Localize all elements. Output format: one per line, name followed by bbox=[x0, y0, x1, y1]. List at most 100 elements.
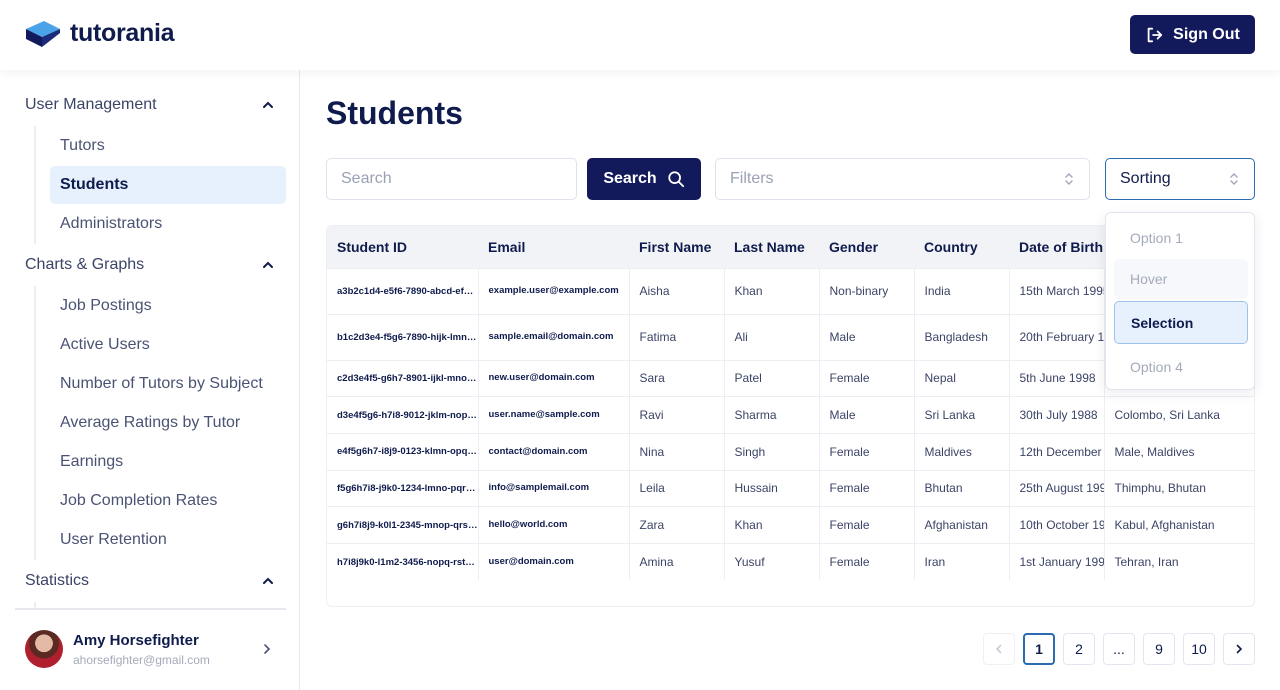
table-row[interactable]: d3e4f5g6-h7i8-9012-jklm-nopqrstuvwxy use… bbox=[327, 396, 1254, 434]
logo-icon bbox=[26, 21, 60, 47]
cell-student-id: f5g6h7i8-j9k0-1234-lmno-pqrstuvwxyz1 bbox=[327, 469, 479, 507]
cell-last-name: Patel bbox=[724, 359, 820, 397]
section-statistics[interactable]: Statistics bbox=[25, 568, 275, 594]
column-header[interactable]: Gender bbox=[819, 226, 914, 268]
cell-country: Nepal bbox=[914, 359, 1010, 397]
cell-gender: Female bbox=[819, 359, 915, 397]
cell-country: Bangladesh bbox=[914, 313, 1010, 360]
sidebar-item-tutors-by-subject[interactable]: Number of Tutors by Subject bbox=[50, 365, 286, 403]
section-title: Statistics bbox=[25, 572, 90, 589]
prev-page-button[interactable] bbox=[983, 633, 1015, 665]
cell-last-name: Sharma bbox=[724, 396, 820, 434]
section-user-management[interactable]: User Management bbox=[25, 92, 275, 118]
page-button-9[interactable]: 9 bbox=[1143, 633, 1175, 665]
cell-date-of-birth: 20th February 1997 bbox=[1009, 313, 1105, 360]
cell-last-name: Khan bbox=[724, 267, 820, 314]
page-button-1[interactable]: 1 bbox=[1023, 633, 1055, 665]
cell-first-name: Amina bbox=[629, 542, 725, 581]
cell-country: Sri Lanka bbox=[914, 396, 1010, 434]
sidebar-item-average-ratings[interactable]: Average Ratings by Tutor bbox=[50, 404, 286, 442]
sorting-option[interactable]: Option 1 bbox=[1114, 218, 1248, 258]
cell-date-of-birth: 12th December 1992 bbox=[1009, 432, 1105, 471]
user-email: ahorsefighter@gmail.com bbox=[73, 653, 210, 667]
cell-country: Maldives bbox=[914, 432, 1010, 471]
search-input[interactable] bbox=[326, 158, 577, 200]
cell-first-name: Leila bbox=[629, 469, 725, 507]
cell-gender: Female bbox=[819, 432, 915, 471]
column-header[interactable]: Student ID bbox=[327, 226, 478, 268]
cell-student-id: c2d3e4f5-g6h7-8901-ijkl-mnopqrstuvwx bbox=[327, 359, 479, 397]
section-line bbox=[34, 286, 36, 560]
sidebar-item-active-users[interactable]: Active Users bbox=[50, 326, 286, 364]
sidebar-item-tutors[interactable]: Tutors bbox=[50, 127, 286, 165]
cell-date-of-birth: 30th July 1988 bbox=[1009, 396, 1105, 434]
page-title: Students bbox=[326, 95, 463, 131]
sidebar-divider bbox=[15, 608, 286, 610]
chevron-up-icon bbox=[263, 261, 273, 268]
sidebar-item-students[interactable]: Students bbox=[50, 166, 286, 204]
cell-last-name: Ali bbox=[724, 313, 820, 360]
cell-student-id: e4f5g6h7-i8j9-0123-klmn-opqrstuvwxyz bbox=[327, 432, 479, 471]
sidebar-item-job-completion-rates[interactable]: Job Completion Rates bbox=[50, 482, 286, 520]
cell-country: Iran bbox=[914, 542, 1010, 581]
column-header[interactable]: Country bbox=[914, 226, 1009, 268]
column-header[interactable]: First Name bbox=[629, 226, 724, 268]
next-page-button[interactable] bbox=[1223, 633, 1255, 665]
user-name: Amy Horsefighter bbox=[73, 632, 199, 649]
sorting-select[interactable]: Sorting bbox=[1105, 158, 1255, 200]
page-button-10[interactable]: 10 bbox=[1183, 633, 1215, 665]
user-profile[interactable]: Amy Horsefighter ahorsefighter@gmail.com bbox=[25, 630, 275, 670]
table-row[interactable]: g6h7i8j9-k0l1-2345-mnop-qrstuvwxyz12 hel… bbox=[327, 506, 1254, 544]
search-icon bbox=[668, 171, 684, 188]
cell-first-name: Fatima bbox=[629, 313, 725, 360]
cell-country: India bbox=[914, 267, 1010, 314]
cell-email: user.name@sample.com bbox=[478, 396, 630, 434]
cell-gender: Female bbox=[819, 542, 915, 581]
cell-location: Kabul, Afghanistan bbox=[1104, 506, 1254, 544]
sidebar-item-user-retention[interactable]: User Retention bbox=[50, 521, 286, 559]
cell-last-name: Khan bbox=[724, 506, 820, 544]
logo[interactable]: tutorania bbox=[24, 17, 175, 49]
search-button[interactable]: Search bbox=[587, 158, 701, 200]
cell-email: contact@domain.com bbox=[478, 432, 630, 471]
sidebar-item-earnings[interactable]: Earnings bbox=[50, 443, 286, 481]
sidebar-item-job-postings[interactable]: Job Postings bbox=[50, 287, 286, 325]
column-header[interactable]: Last Name bbox=[724, 226, 819, 268]
sorting-dropdown-menu: Option 1 Hover Selection Option 4 bbox=[1105, 212, 1255, 390]
table-row[interactable]: e4f5g6h7-i8j9-0123-klmn-opqrstuvwxyz con… bbox=[327, 432, 1254, 471]
cell-first-name: Sara bbox=[629, 359, 725, 397]
column-header[interactable]: Email bbox=[478, 226, 629, 268]
sign-out-icon bbox=[1147, 27, 1163, 42]
sorting-option-hover[interactable]: Hover bbox=[1114, 259, 1248, 299]
cell-first-name: Aisha bbox=[629, 267, 725, 314]
table-row[interactable]: h7i8j9k0-l1m2-3456-nopq-rstuvwxyz123 use… bbox=[327, 542, 1254, 581]
cell-first-name: Zara bbox=[629, 506, 725, 544]
cell-country: Afghanistan bbox=[914, 506, 1010, 544]
filters-select[interactable]: Filters bbox=[715, 158, 1090, 200]
section-charts-graphs[interactable]: Charts & Graphs bbox=[25, 252, 275, 278]
cell-email: example.user@example.com bbox=[478, 267, 630, 314]
chevron-right-icon bbox=[264, 644, 271, 654]
section-title: Charts & Graphs bbox=[25, 256, 145, 273]
cell-student-id: g6h7i8j9-k0l1-2345-mnop-qrstuvwxyz12 bbox=[327, 506, 479, 544]
sidebar: User Management Tutors Students Administ… bbox=[0, 70, 300, 690]
table-row[interactable]: f5g6h7i8-j9k0-1234-lmno-pqrstuvwxyz1 inf… bbox=[327, 469, 1254, 507]
filters-placeholder: Filters bbox=[730, 170, 774, 187]
cell-date-of-birth: 25th August 1994 bbox=[1009, 469, 1105, 507]
cell-location: Thimphu, Bhutan bbox=[1104, 469, 1254, 507]
sidebar-item-administrators[interactable]: Administrators bbox=[50, 205, 286, 243]
page-button-2[interactable]: 2 bbox=[1063, 633, 1095, 665]
sorting-option[interactable]: Option 4 bbox=[1114, 347, 1248, 387]
cell-email: user@domain.com bbox=[478, 542, 630, 581]
sign-out-button[interactable]: Sign Out bbox=[1130, 15, 1255, 54]
cell-student-id: b1c2d3e4-f5g6-7890-hijk-lmnopqrstuvw bbox=[327, 313, 479, 360]
section-line bbox=[34, 126, 36, 244]
updown-chevron-icon bbox=[1230, 172, 1238, 186]
sign-out-label: Sign Out bbox=[1173, 25, 1240, 43]
sorting-option-selected[interactable]: Selection bbox=[1114, 301, 1248, 344]
chevron-up-icon bbox=[263, 577, 273, 584]
cell-last-name: Hussain bbox=[724, 469, 820, 507]
page-ellipsis: ... bbox=[1103, 633, 1135, 665]
search-button-label: Search bbox=[603, 170, 657, 187]
column-header[interactable]: Date of Birth bbox=[1009, 226, 1104, 268]
